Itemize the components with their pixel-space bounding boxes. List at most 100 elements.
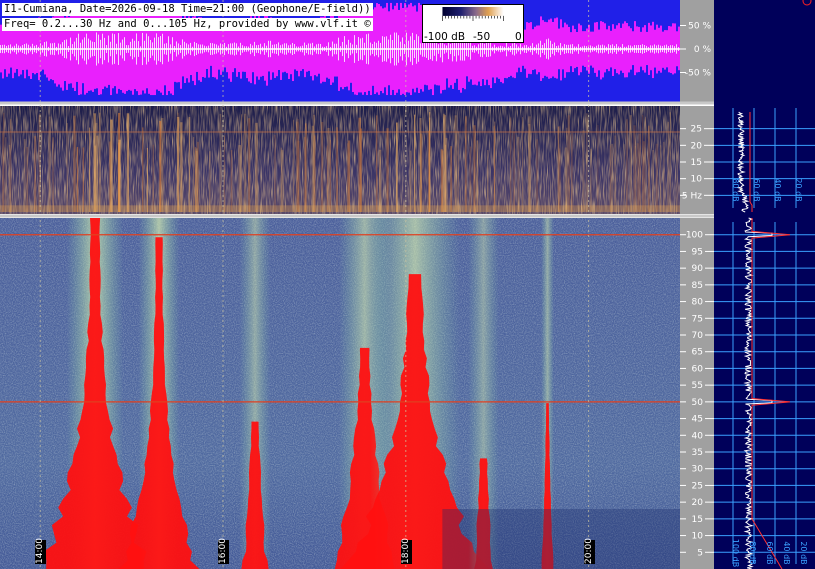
geophone-streak [26,146,29,212]
geophone-streak [642,115,644,212]
waveform-tick-label: 0 % [694,45,712,55]
geophone-streak [660,145,662,212]
geophone-streak [623,144,625,212]
geophone-streak [493,125,495,212]
geophone-streak [76,146,79,212]
geophone-streak [513,131,515,212]
geophone-streak [52,137,54,212]
geophone-streak [571,133,573,212]
geophone-streak [586,113,588,212]
geophone-streak [73,115,76,212]
geophone-streak [230,150,233,212]
geophone-streak [274,135,276,212]
spectrogram-canvas: 50 %0 %-50 %252015105 Hz1009590858075706… [0,0,815,569]
geophone-streak [597,124,599,212]
geophone-streak [378,149,382,212]
geophone-streak [676,134,678,212]
geophone-streak [292,119,295,212]
geophone-streak [209,151,211,212]
colorbar-fill [442,7,504,16]
geophone-streak [582,130,585,212]
geophone-streak [176,116,180,212]
e-field-tick-label: 50 [692,398,704,408]
corner-indicator-circle [802,0,812,6]
e-field-tick-label: 100 [686,231,703,241]
geophone-streak [118,139,121,212]
geophone-streak [457,131,459,212]
geophone-streak [609,145,612,212]
geophone-streak [528,116,531,212]
geophone-streak [521,117,523,212]
geophone-streak [614,135,616,212]
geophone-spectrogram-panel [0,106,680,214]
geophone-streak [180,122,183,212]
geophone-streak [476,140,479,212]
geophone-streak [5,137,7,212]
geophone-streak [320,121,324,212]
geophone-streak [662,141,665,212]
geophone-streak [243,113,247,212]
e-field-tick-label: 60 [692,364,704,374]
geophone-streak [557,126,559,212]
geophone-streak [636,143,639,212]
e-field-db-label: 80 dB [748,541,757,564]
geophone-tick-label: 25 [691,125,702,135]
geophone-streak [126,113,130,212]
colorbar-legend: -100 dB -50 0 [422,4,524,43]
geophone-streak [396,122,398,212]
geophone-streak [280,147,282,212]
geophone-streak [413,114,416,212]
geophone-streak [629,115,632,212]
colorbar-gradient [442,7,504,21]
geophone-streak [48,116,51,212]
geophone-streak [99,112,101,212]
geophone-streak [443,113,445,212]
geophone-streak [329,139,331,212]
geophone-low-band [0,205,680,212]
geophone-streak [33,136,37,212]
e-field-tick-label: 35 [692,448,703,458]
e-field-tick-label: 65 [692,348,703,358]
geophone-streak [667,121,669,212]
e-field-tick-label: 95 [692,247,703,257]
geophone-streak [386,128,389,212]
side-panel-e-field [714,216,815,569]
e-field-spectrogram-panel [0,218,680,569]
e-field-tick-label: 20 [692,498,704,508]
geophone-tick-label: 10 [691,175,703,185]
geophone-streak [652,149,654,212]
geophone-streak [219,113,222,212]
geophone-noise-texture [0,106,680,214]
time-label: 18:00 [400,538,412,564]
geophone-streak [159,120,162,212]
geophone-db-label: 80 dB [731,178,740,201]
geophone-streak [192,137,195,212]
e-field-tick-label: 90 [692,264,704,274]
e-field-db-label: 40 dB [782,541,791,564]
geophone-streak [109,141,111,212]
geophone-streak [66,123,68,212]
geophone-tick-label: 15 [691,158,702,168]
e-field-tick-label: 40 [692,431,704,441]
geophone-db-label: 60 dB [752,178,761,201]
geophone-streak [517,136,520,212]
geophone-streak [360,128,362,212]
geophone-streak [469,146,472,212]
colorbar-label-mid: -50 [473,31,491,43]
geophone-streak [473,125,476,212]
e-field-tick-label: 10 [692,532,704,542]
geophone-streak [313,135,316,212]
geophone-streak [296,121,299,212]
geophone-streak [644,116,647,212]
geophone-streak [409,150,412,212]
geophone-streak [669,112,672,212]
geophone-streak [95,123,98,212]
geophone-streak [648,125,650,212]
e-field-tick-label: 15 [692,515,703,525]
geophone-db-label: 20 dB [794,178,803,201]
geophone-db-label: 40 dB [773,178,782,201]
geophone-streak [376,115,378,212]
header-title-line: I1-Cumiana, Date=2026-09-18 Time=21:00 (… [2,3,373,16]
geophone-streak [146,147,148,212]
geophone-streak [142,127,144,212]
